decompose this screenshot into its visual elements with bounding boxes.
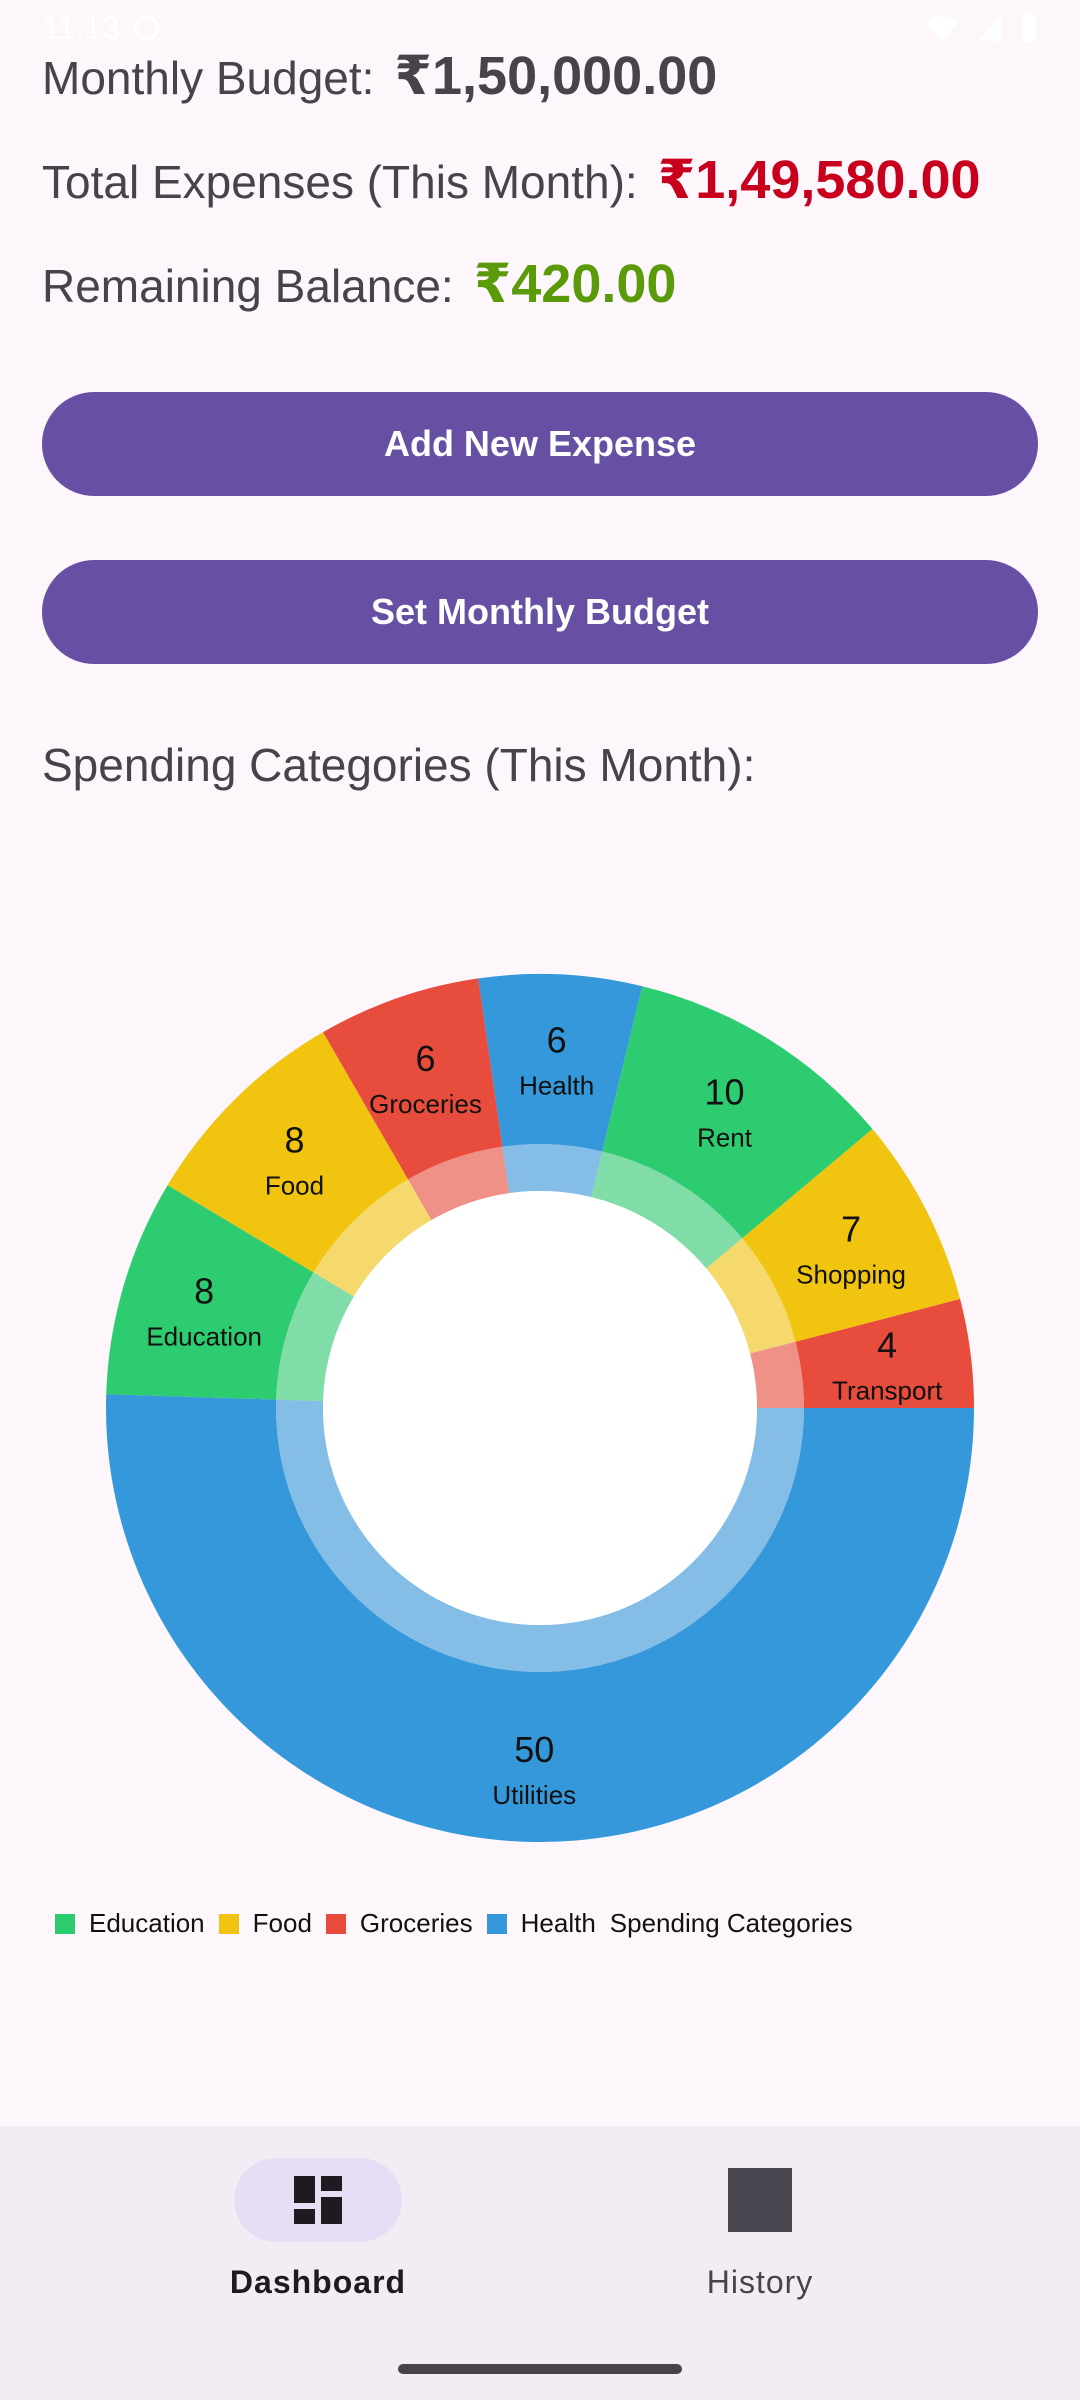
slice-label-utilities: Utilities — [492, 1780, 576, 1810]
legend-description: Spending Categories — [609, 1908, 853, 1938]
slice-value-transport: 4 — [877, 1325, 897, 1366]
legend-item-education: Education — [55, 1908, 205, 1939]
slice-label-food: Food — [265, 1171, 324, 1201]
legend-swatch — [218, 1913, 239, 1934]
section-title: Spending Categories (This Month): — [42, 739, 756, 791]
nav-dashboard-label: Dashboard — [229, 2264, 407, 2300]
legend-label: Food — [252, 1908, 312, 1938]
nav-history[interactable]: History — [610, 2158, 910, 2301]
slice-inner-transport — [750, 1341, 804, 1408]
expenses-value: ₹1,49,580.00 — [657, 150, 981, 210]
set-budget-button[interactable]: Set Monthly Budget — [42, 560, 1038, 664]
legend-swatch — [325, 1913, 346, 1934]
slice-value-food: 8 — [284, 1120, 304, 1161]
spending-donut-chart: 50 Utilities 8 Education 8 Food 6 Groceries 6 Hea… — [105, 974, 975, 1843]
slice-value-shopping: 7 — [841, 1209, 861, 1250]
status-right — [924, 12, 1038, 44]
legend-swatch — [55, 1913, 75, 1934]
budget-value: ₹1,50,000.00 — [394, 46, 718, 106]
legend-swatch — [486, 1913, 507, 1934]
wifi-icon — [926, 16, 958, 41]
slice-label-groceries: Groceries — [369, 1089, 482, 1119]
battery-icon — [1022, 13, 1036, 42]
nav-dashboard-pill[interactable] — [234, 2158, 402, 2242]
legend-item-groceries: Groceries — [325, 1908, 473, 1939]
legend-label: Health — [520, 1908, 596, 1938]
donut-hole — [323, 1191, 757, 1625]
legend-item-health: Health — [486, 1908, 596, 1939]
chart-legend: Education Food Groceries Health Spending Cat… — [55, 1908, 853, 1939]
add-expense-button[interactable]: Add New Expense — [42, 392, 1038, 496]
balance-row: Remaining Balance: ₹420.00 — [42, 252, 676, 315]
history-icon — [728, 2168, 792, 2232]
legend-item-food: Food — [218, 1908, 312, 1939]
bottom-nav: Dashboard History — [0, 2126, 1080, 2400]
slice-value-utilities: 50 — [514, 1729, 554, 1770]
expenses-label: Total Expenses (This Month): — [42, 156, 638, 208]
balance-value: ₹420.00 — [473, 254, 677, 314]
nav-history-pill[interactable] — [676, 2158, 844, 2242]
slice-label-rent: Rent — [697, 1123, 753, 1153]
slice-label-health: Health — [519, 1070, 594, 1100]
signal-icon — [978, 15, 1002, 41]
expenses-row: Total Expenses (This Month): ₹1,49,580.0… — [42, 148, 981, 211]
nav-history-label: History — [706, 2264, 814, 2300]
whatsapp-icon — [133, 15, 159, 41]
slice-label-education: Education — [146, 1321, 262, 1351]
nav-dashboard[interactable]: Dashboard — [168, 2158, 468, 2301]
slice-label-shopping: Shopping — [796, 1260, 906, 1290]
status-time: 11:13 — [42, 9, 120, 46]
slice-inner-health — [502, 1144, 603, 1198]
budget-row: Monthly Budget: ₹1,50,000.00 — [42, 44, 717, 107]
status-left: 11:13 — [42, 10, 160, 47]
legend-label: Groceries — [359, 1908, 473, 1938]
slice-value-education: 8 — [194, 1270, 214, 1311]
slice-value-rent: 10 — [705, 1072, 745, 1113]
budget-label: Monthly Budget: — [42, 52, 375, 104]
slice-value-groceries: 6 — [416, 1038, 436, 1079]
balance-label: Remaining Balance: — [42, 260, 454, 312]
slice-label-transport: Transport — [832, 1376, 943, 1406]
legend-label: Education — [89, 1908, 205, 1938]
dashboard-icon — [294, 2176, 342, 2224]
home-indicator — [398, 2364, 682, 2374]
slice-value-health: 6 — [547, 1019, 567, 1060]
